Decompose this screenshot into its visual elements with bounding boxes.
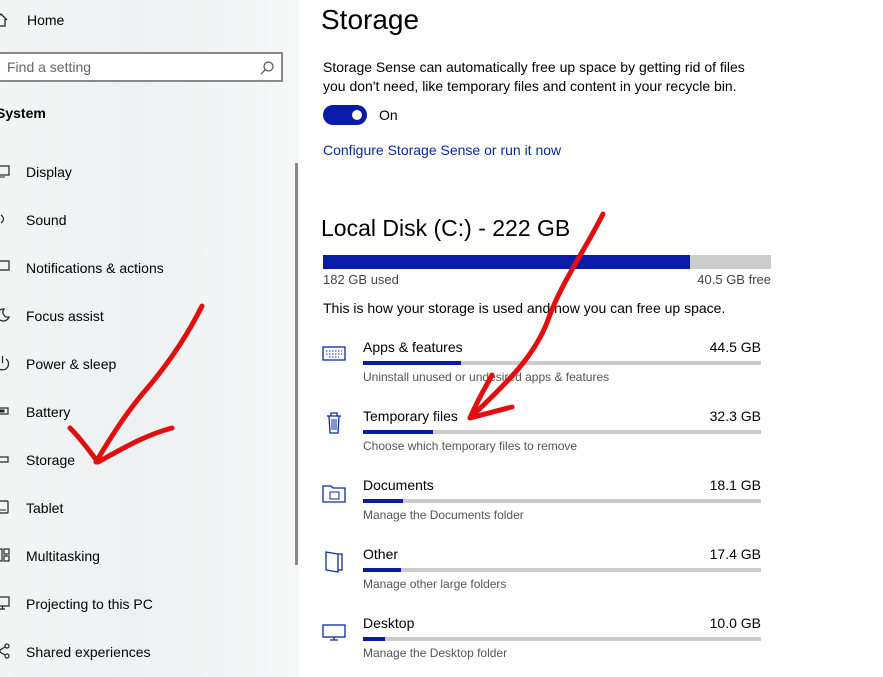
desktop-icon	[322, 624, 346, 641]
category-bar-fill	[363, 499, 403, 503]
category-subtitle: Uninstall unused or undesired apps & fea…	[363, 370, 610, 384]
category-bar	[363, 568, 761, 572]
tablet-icon	[0, 500, 9, 514]
disk-free-label: 40.5 GB free	[697, 272, 771, 287]
battery-icon	[0, 407, 9, 415]
other-icon	[325, 551, 343, 573]
category-bar-fill	[363, 430, 433, 434]
storage-sense-toggle-state: On	[379, 107, 398, 123]
sidebar-item-storage[interactable]: Storage	[0, 448, 290, 472]
sidebar-item-tablet[interactable]: Tablet	[0, 496, 290, 520]
home-icon	[0, 13, 8, 27]
section-title: System	[0, 105, 46, 121]
sidebar-scrollbar[interactable]	[295, 163, 298, 565]
category-size: 18.1 GB	[709, 477, 761, 493]
sidebar-item-multitasking[interactable]: Multitasking	[0, 544, 290, 568]
search-placeholder: Find a setting	[7, 59, 92, 75]
disk-usage-bar	[323, 255, 771, 269]
category-name: Desktop	[363, 615, 415, 631]
sidebar-item-label: Storage	[26, 452, 76, 468]
trash-icon	[327, 412, 341, 434]
storage-sense-description: Storage Sense can automatically free up …	[323, 59, 745, 94]
sidebar-item-label: Sound	[26, 212, 67, 228]
category-subtitle: Manage the Desktop folder	[363, 646, 508, 660]
sidebar-item-label: Battery	[26, 404, 71, 420]
disk-used-label: 182 GB used	[323, 272, 399, 287]
sidebar-item-battery[interactable]: Battery	[0, 400, 290, 424]
home-label: Home	[27, 12, 65, 28]
sidebar-item-label: Display	[26, 164, 72, 180]
sidebar-item-label: Tablet	[26, 500, 64, 516]
category-size: 17.4 GB	[709, 546, 761, 562]
shared-experiences-icon	[0, 643, 10, 659]
category-name: Temporary files	[363, 408, 458, 424]
sidebar-item-label: Notifications & actions	[26, 260, 164, 276]
keyboard-icon	[322, 346, 346, 361]
category-bar-fill	[363, 361, 461, 365]
usage-description: This is how your storage is used and how…	[323, 300, 726, 316]
notifications-icon	[0, 260, 10, 271]
storage-sense-toggle[interactable]	[323, 105, 367, 125]
category-name: Other	[363, 546, 399, 562]
category-bar	[363, 361, 761, 365]
storage-icon	[0, 456, 9, 463]
sidebar-item-shared-experiences[interactable]: Shared experiences	[0, 640, 290, 664]
disk-title: Local Disk (C:) - 222 GB	[321, 215, 571, 241]
category-bar-fill	[363, 637, 385, 641]
sidebar-item-label: Power & sleep	[26, 356, 117, 372]
configure-storage-sense-link[interactable]: Configure Storage Sense or run it now	[323, 142, 561, 158]
sidebar-item-label: Projecting to this PC	[26, 596, 153, 612]
category-subtitle: Manage other large folders	[363, 577, 507, 591]
category-bar-fill	[363, 568, 401, 572]
sidebar-item-projecting[interactable]: Projecting to this PC	[0, 592, 290, 616]
focus-assist-icon	[0, 308, 10, 322]
toggle-knob	[352, 110, 362, 120]
sidebar: Home Find a setting System Display Sound…	[0, 0, 299, 677]
sidebar-item-notifications[interactable]: Notifications & actions	[0, 256, 290, 280]
main-panel: Storage Storage Sense can automatically …	[299, 0, 883, 677]
search-input[interactable]: Find a setting	[0, 52, 283, 82]
sidebar-item-focus-assist[interactable]: Focus assist	[0, 304, 290, 328]
category-temporary-files[interactable]: Temporary files 32.3 GB Choose which tem…	[299, 408, 883, 468]
sidebar-item-sound[interactable]: Sound	[0, 208, 290, 232]
sidebar-item-label: Focus assist	[26, 308, 104, 324]
sidebar-item-power[interactable]: Power & sleep	[0, 352, 290, 376]
category-other[interactable]: Other 17.4 GB Manage other large folders	[299, 546, 883, 606]
category-name: Documents	[363, 477, 434, 493]
category-bar	[363, 430, 761, 434]
sidebar-item-label: Multitasking	[26, 548, 100, 564]
category-desktop[interactable]: Desktop 10.0 GB Manage the Desktop folde…	[299, 615, 883, 675]
category-bar	[363, 499, 761, 503]
page-title: Storage	[321, 4, 420, 35]
category-subtitle: Manage the Documents folder	[363, 508, 524, 522]
category-size: 44.5 GB	[709, 339, 761, 355]
power-icon	[0, 356, 10, 371]
category-bar	[363, 637, 761, 641]
projecting-icon	[0, 596, 10, 610]
category-size: 32.3 GB	[709, 408, 761, 424]
category-name: Apps & features	[363, 339, 463, 355]
category-subtitle: Choose which temporary files to remove	[363, 439, 578, 453]
search-icon[interactable]	[259, 60, 275, 76]
sidebar-item-label: Shared experiences	[26, 644, 151, 660]
category-apps-features[interactable]: Apps & features 44.5 GB Uninstall unused…	[299, 339, 883, 399]
display-icon	[0, 165, 10, 178]
disk-usage-fill	[323, 255, 691, 269]
sidebar-item-display[interactable]: Display	[0, 160, 290, 184]
sound-icon	[0, 214, 5, 224]
category-documents[interactable]: Documents 18.1 GB Manage the Documents f…	[299, 477, 883, 537]
category-size: 10.0 GB	[709, 615, 761, 631]
multitasking-icon	[0, 548, 10, 562]
folder-icon	[322, 485, 346, 503]
